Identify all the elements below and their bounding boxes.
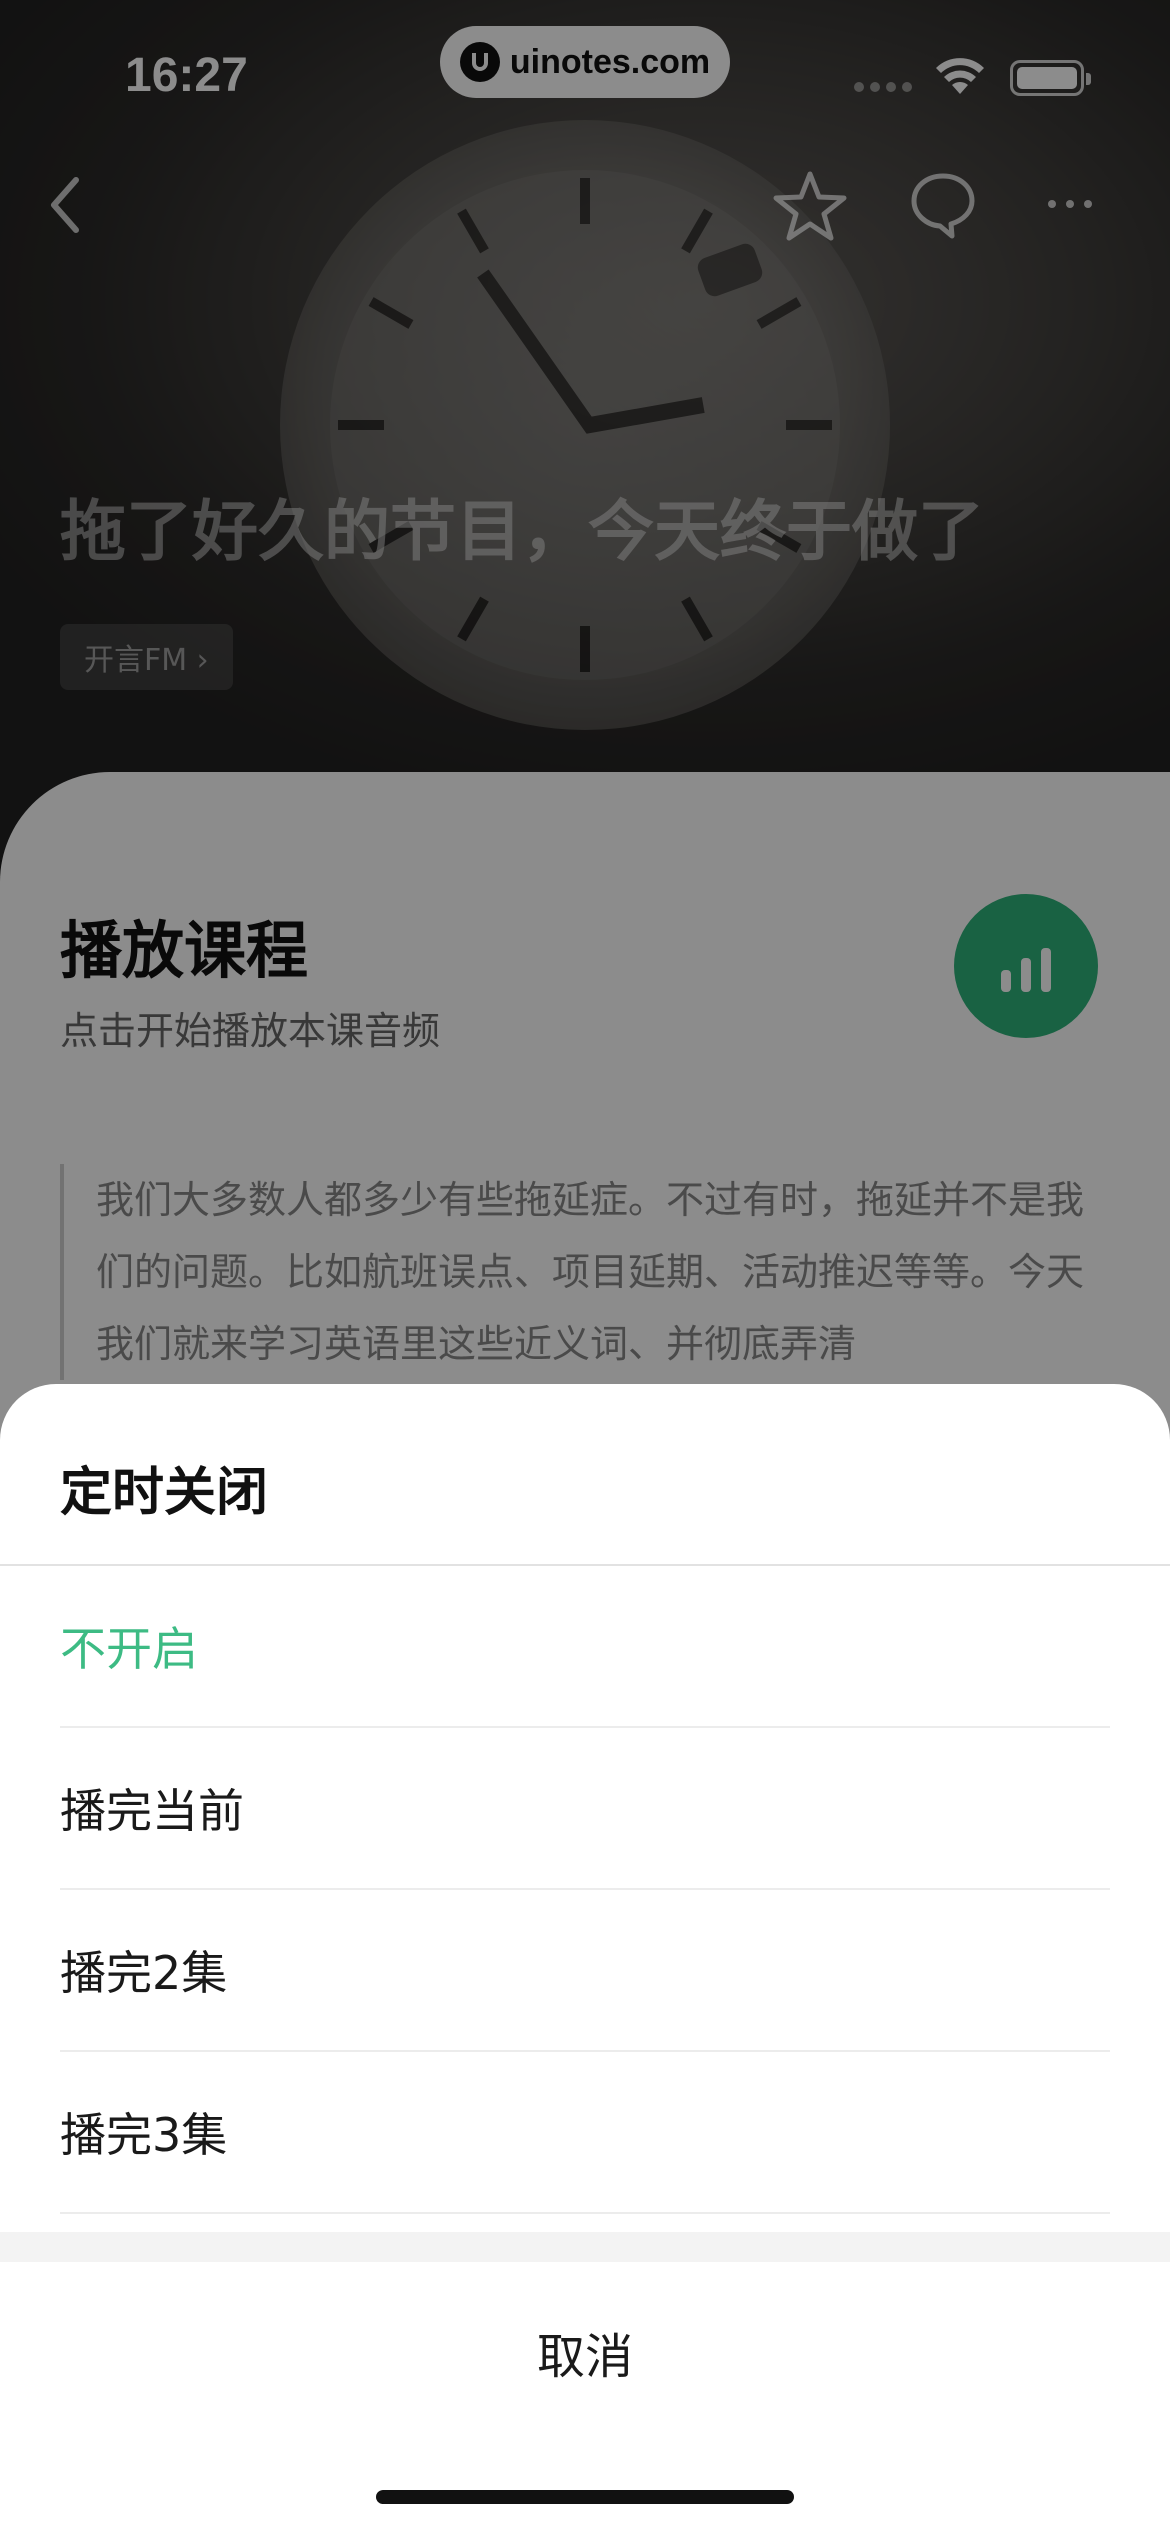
option-finish-2[interactable]: 播完2集 bbox=[60, 1890, 1110, 2052]
option-finish-3[interactable]: 播完3集 bbox=[60, 2052, 1110, 2214]
sheet-title: 定时关闭 bbox=[60, 1463, 269, 1523]
option-finish-current[interactable]: 播完当前 bbox=[60, 1728, 1110, 1890]
option-off[interactable]: 不开启 bbox=[60, 1566, 1110, 1728]
home-indicator bbox=[376, 2490, 794, 2504]
divider bbox=[0, 2232, 1170, 2262]
timer-sheet: 定时关闭 不开启 播完当前 播完2集 播完3集 取消 bbox=[0, 1384, 1170, 2532]
cancel-button[interactable]: 取消 bbox=[0, 2262, 1170, 2442]
